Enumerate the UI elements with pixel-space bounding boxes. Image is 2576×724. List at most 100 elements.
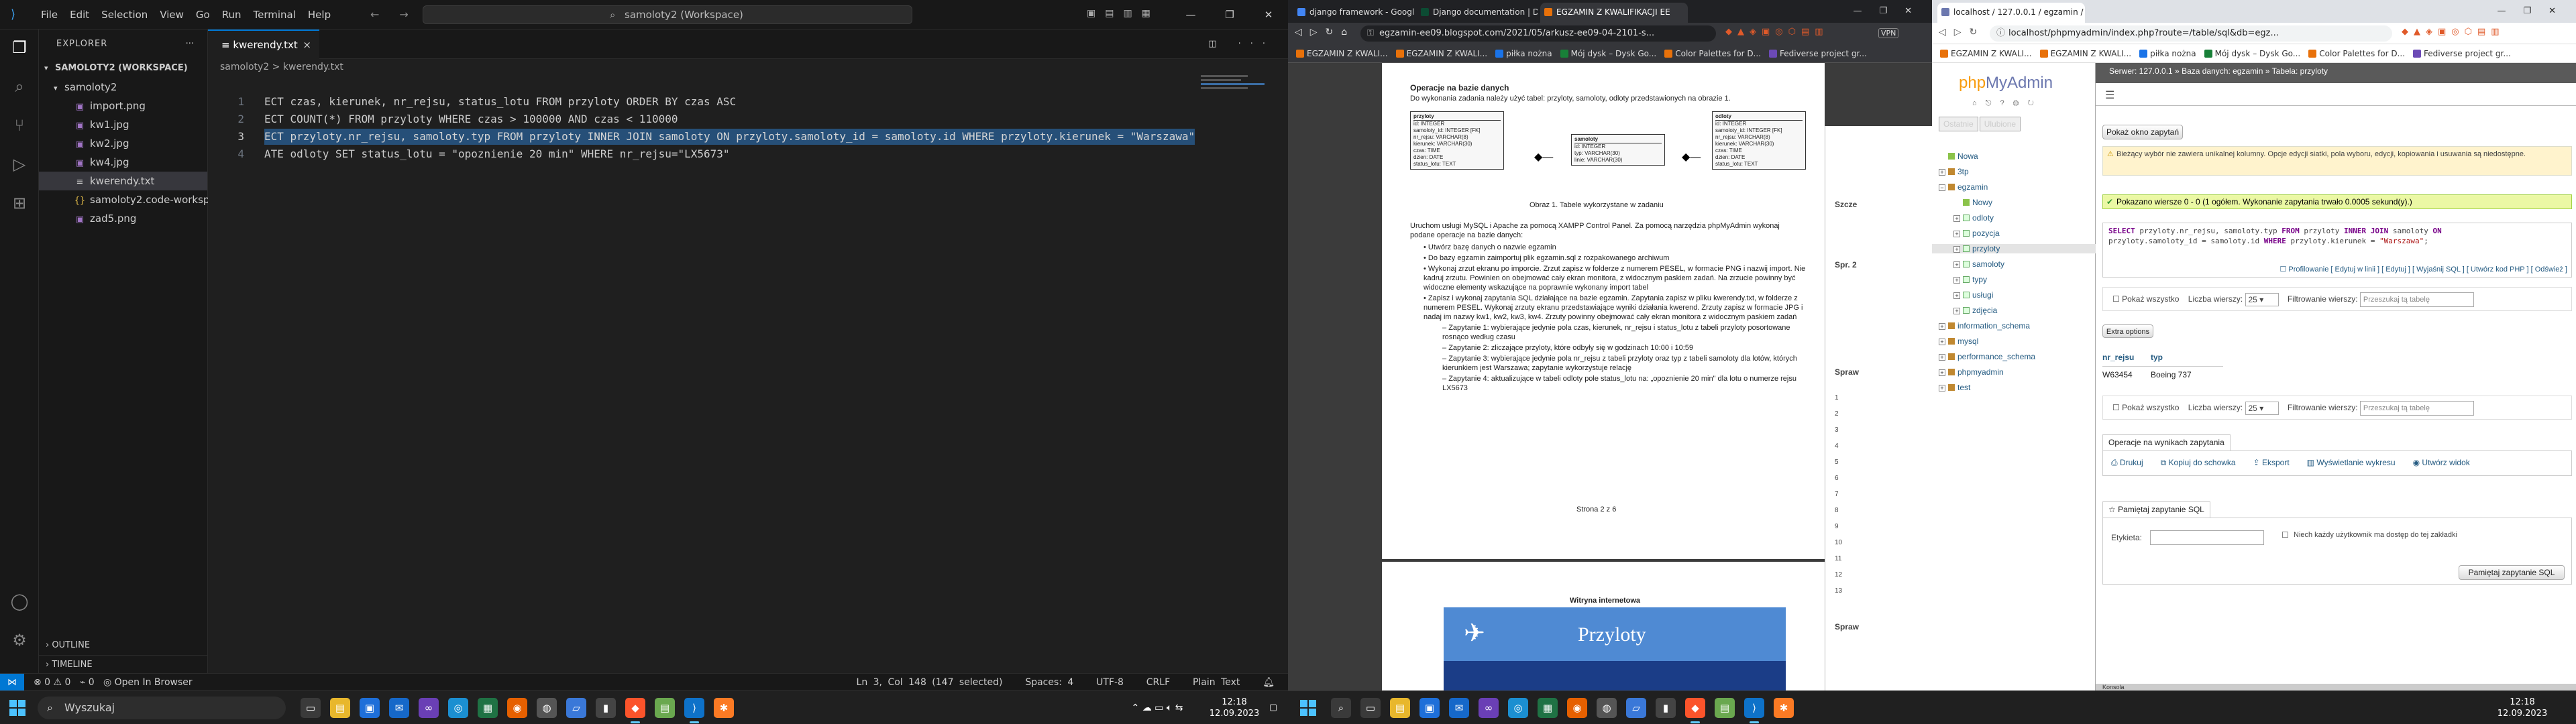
outline-section[interactable]: › OUTLINE <box>39 636 208 655</box>
profiling-checkbox[interactable]: ☐ <box>2279 265 2288 274</box>
menu-go[interactable]: Go <box>190 0 216 29</box>
folder-samoloty2[interactable]: ▾ samoloty2 <box>39 78 207 97</box>
address-bar[interactable]: ⚿ egzamin-ee09.blogspot.com/2021/05/arkus… <box>1360 25 1716 42</box>
expand-icon[interactable]: + <box>1939 354 1945 361</box>
timeline-section[interactable]: › TIMELINE <box>39 655 208 674</box>
filter-input[interactable]: Przeszukaj tą tabelę <box>2359 400 2474 416</box>
xampp-icon[interactable]: ✱ <box>1774 698 1794 718</box>
rows-select[interactable]: 25 ▾ <box>2245 292 2279 306</box>
show-all-checkbox[interactable]: ☐ <box>2112 294 2122 304</box>
vscode-icon[interactable]: ⟩ <box>1744 698 1764 723</box>
tree-item[interactable]: + zdjęcia <box>1932 306 2096 315</box>
minimap[interactable] <box>1201 75 1268 89</box>
expand-icon[interactable]: + <box>1939 369 1945 376</box>
mail-icon[interactable]: ✉ <box>389 698 409 718</box>
expand-icon[interactable]: + <box>1939 339 1945 345</box>
nav-buttons[interactable]: ◁▷↻ <box>1939 27 1985 38</box>
browser-tab[interactable]: localhost / 127.0.0.1 / egzamin / p <box>1937 3 2085 23</box>
menu-run[interactable]: Run <box>216 0 248 29</box>
app-icon[interactable]: ◍ <box>537 698 557 718</box>
bookmark-query-button[interactable]: Pamiętaj zapytanie SQL <box>2459 565 2565 580</box>
remote-icon[interactable]: ⋈ <box>0 674 24 691</box>
terminal-icon[interactable]: ▮ <box>596 698 616 718</box>
tree-item[interactable]: + mysql <box>1932 337 2096 346</box>
nav-tab[interactable]: Ulubione <box>1979 117 2021 131</box>
menu-terminal[interactable]: Terminal <box>248 0 302 29</box>
file-item[interactable]: ▣ zad5.png <box>39 209 207 228</box>
tree-item[interactable]: + performance_schema <box>1932 352 2096 361</box>
close-icon[interactable]: ✕ <box>1249 0 1288 29</box>
code-line[interactable]: 2 ECT COUNT(*) FROM przyloty WHERE czas >… <box>208 111 1201 127</box>
restore-icon[interactable]: ❐ <box>1210 0 1249 29</box>
bookmark-item[interactable]: Color Palettes for D... <box>2308 44 2405 63</box>
column-header[interactable]: typ <box>2151 353 2163 362</box>
visual-studio-icon[interactable]: ∞ <box>419 698 439 718</box>
close-icon[interactable]: × <box>303 31 311 59</box>
workspace-root[interactable]: ▾ SAMOLOTY2 (WORKSPACE) <box>39 59 207 78</box>
open-in-browser-button[interactable]: Open In Browser <box>115 677 193 688</box>
encoding[interactable]: UTF-8 <box>1096 677 1124 688</box>
console-bar[interactable]: Konsola <box>2096 684 2576 690</box>
editor-actions[interactable]: ◫ ··· <box>1208 29 1275 59</box>
public-checkbox[interactable]: ☐ <box>2282 530 2289 540</box>
pma-breadcrumb[interactable]: Serwer: 127.0.0.1 » Baza danych: egzamin… <box>2096 63 2576 83</box>
layout-controls[interactable]: ▣▤▥▦ <box>1087 8 1160 19</box>
minimize-icon[interactable]: — <box>1171 0 1210 29</box>
notes-icon[interactable]: ▱ <box>566 698 586 718</box>
expand-icon[interactable]: + <box>1953 308 1960 314</box>
expand-icon[interactable]: + <box>1939 323 1945 330</box>
op-link[interactable]: ⇪ Eksport <box>2253 458 2290 467</box>
cursor-position[interactable]: Ln 3, Col 148 (147 selected) <box>857 677 1003 688</box>
file-item[interactable]: ▣ kw2.jpg <box>39 134 207 153</box>
op-link[interactable]: ⎙ Drukuj <box>2111 458 2143 467</box>
tree-item[interactable]: + information_schema <box>1932 321 2096 330</box>
expand-icon[interactable]: + <box>1953 292 1960 299</box>
tree-item[interactable]: + typy <box>1932 275 2096 284</box>
nav-icon-row[interactable]: ⌂ ⎋ ? ⚙ ↻ <box>1972 99 2037 108</box>
code-line[interactable]: 1 ECT czas, kierunek, nr_rejsu, status_lo… <box>208 94 1201 110</box>
problems-indicator[interactable]: ⊗ 0 ⚠ 0 <box>34 677 70 688</box>
menu-edit[interactable]: Edit <box>64 0 95 29</box>
expand-icon[interactable]: + <box>1939 169 1945 176</box>
file-explorer-icon[interactable]: ▤ <box>330 698 350 718</box>
menu-view[interactable]: View <box>154 0 190 29</box>
file-item[interactable]: ▣ kw4.jpg <box>39 153 207 172</box>
tree-item[interactable]: +Nowy <box>1932 198 2096 207</box>
expand-icon[interactable]: + <box>1939 385 1945 391</box>
task-view-icon[interactable]: ▭ <box>301 698 321 718</box>
bookmark-item[interactable]: Fediverse project gr... <box>2413 44 2511 63</box>
nav-arrows[interactable]: ←→ <box>370 8 429 21</box>
filter-input[interactable]: Przeszukaj tą tabelę <box>2359 292 2474 307</box>
indentation[interactable]: Spaces: 4 <box>1025 677 1073 688</box>
file-explorer-icon[interactable]: ▤ <box>1390 698 1410 718</box>
tree-item[interactable]: +3tp <box>1932 167 2096 176</box>
tab-kwerendy[interactable]: ≡ kwerendy.txt × <box>208 29 319 59</box>
clock[interactable]: 12:18 12.09.2023 <box>1208 691 1261 724</box>
tree-item[interactable]: − egzamin <box>1932 182 2096 192</box>
op-link[interactable]: ⧉ Kopiuj do schowka <box>2161 458 2236 467</box>
edge-icon[interactable]: ◎ <box>1508 698 1528 718</box>
file-item[interactable]: ▣ kw1.jpg <box>39 115 207 134</box>
nav-buttons[interactable]: ◁▷↻⌂ <box>1295 27 1355 38</box>
browser-tab[interactable]: EGZAMIN Z KWALIFIKACJI EE <box>1540 3 1688 23</box>
app-icon[interactable]: ◍ <box>1597 698 1617 718</box>
tree-item[interactable]: + pozycja <box>1932 229 2096 238</box>
store-icon[interactable]: ▣ <box>1419 698 1440 718</box>
extensions-icon[interactable]: ⊞ <box>9 193 30 213</box>
browser-tab[interactable]: django framework - Google Search <box>1293 3 1414 23</box>
rows-select[interactable]: 25 ▾ <box>2245 401 2279 415</box>
bookmark-item[interactable]: Color Palettes for D... <box>1664 44 1761 63</box>
vpn-badge[interactable]: VPN <box>1878 28 1899 38</box>
eol[interactable]: CRLF <box>1146 677 1170 688</box>
tree-item[interactable]: +Nowa <box>1932 152 2096 161</box>
source-control-icon[interactable]: ⑂ <box>9 115 30 135</box>
column-header[interactable]: nr_rejsu <box>2102 353 2134 362</box>
bookmark-item[interactable]: EGZAMIN Z KWALI... <box>1296 44 1388 63</box>
collapse-icon[interactable]: − <box>1939 184 1945 191</box>
nav-tab[interactable]: Ostatnie <box>1939 117 1978 131</box>
tree-item[interactable]: + samoloty <box>1932 259 2096 269</box>
op-link[interactable]: ▥ Wyświetlanie wykresu <box>2307 458 2396 467</box>
menu-help[interactable]: Help <box>302 0 337 29</box>
browser-tab[interactable]: Django documentation | Django do <box>1417 3 1538 23</box>
address-bar[interactable]: ⓘ localhost/phpmyadmin/index.php?route=/t… <box>1990 25 2392 42</box>
